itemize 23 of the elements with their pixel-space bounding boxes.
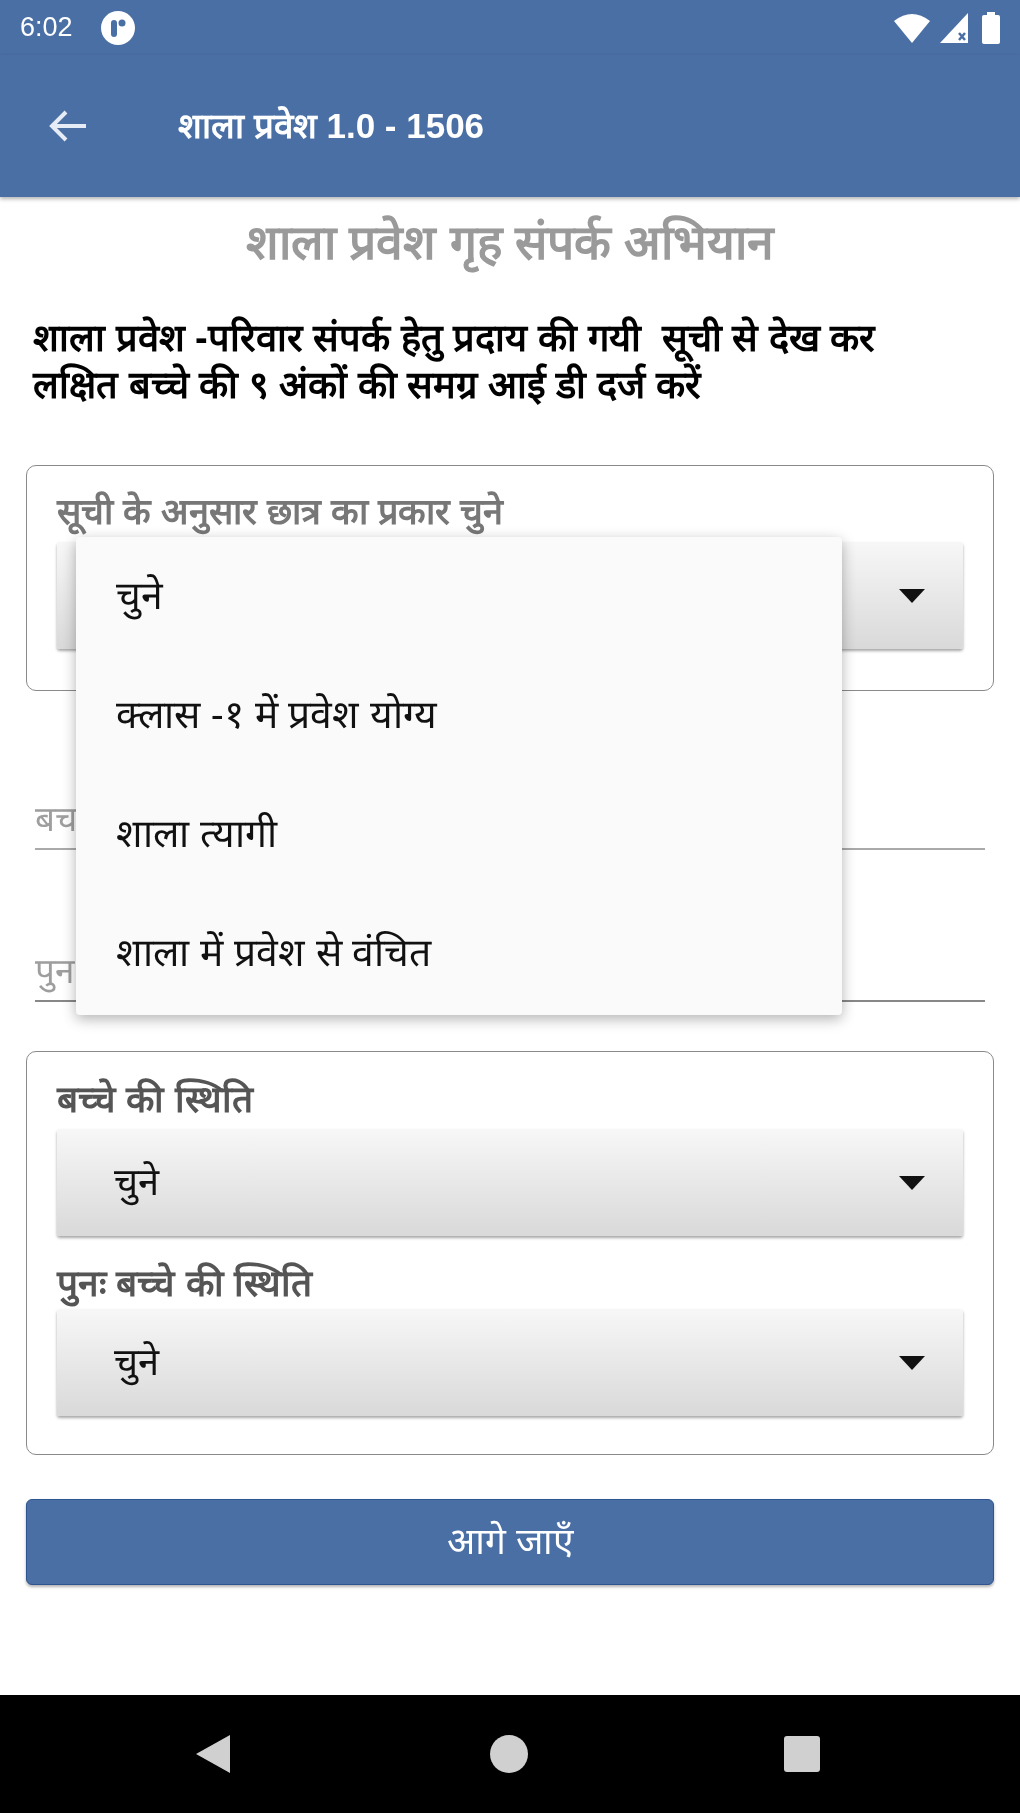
battery-icon — [982, 11, 1000, 44]
dropdown-caret-icon — [899, 588, 925, 603]
signal-icon — [940, 12, 968, 43]
app-notification-icon — [99, 9, 136, 46]
dropdown-caret-icon — [899, 1355, 925, 1370]
home-circle-icon[interactable] — [490, 1735, 528, 1773]
select-value: चुने — [114, 1334, 899, 1391]
child-status-label: बच्चे की स्थिति — [57, 1080, 256, 1120]
dropdown-option[interactable]: क्लास -१ में प्रवेश योग्य — [76, 656, 842, 775]
dropdown-caret-icon — [899, 1175, 925, 1190]
child-status-select[interactable]: चुने — [57, 1129, 963, 1236]
status-time: 6:02 — [20, 11, 73, 45]
select-value: चुने — [114, 1154, 899, 1211]
wifi-icon — [894, 12, 930, 43]
child-status-select[interactable]: चुने — [57, 1309, 963, 1416]
dropdown-option[interactable]: शाला त्यागी — [76, 775, 842, 894]
next-button[interactable]: आगे जाएँ — [26, 1499, 994, 1585]
dropdown-option[interactable]: चुने — [76, 537, 842, 656]
instruction-text: शाला प्रवेश -परिवार संपर्क हेतु प्रदाय की गयी सूची से देख कर लक्षित बच्चे की ९ अंकों की समग्र आई डी दर्ज करें — [31, 315, 877, 408]
back-arrow-icon — [48, 109, 88, 143]
back-triangle-icon[interactable] — [196, 1735, 230, 1773]
app-title: शाला प्रवेश 1.0 - 1506 — [178, 104, 485, 147]
dropdown-option[interactable]: शाला में प्रवेश से वंचित — [76, 894, 842, 1013]
